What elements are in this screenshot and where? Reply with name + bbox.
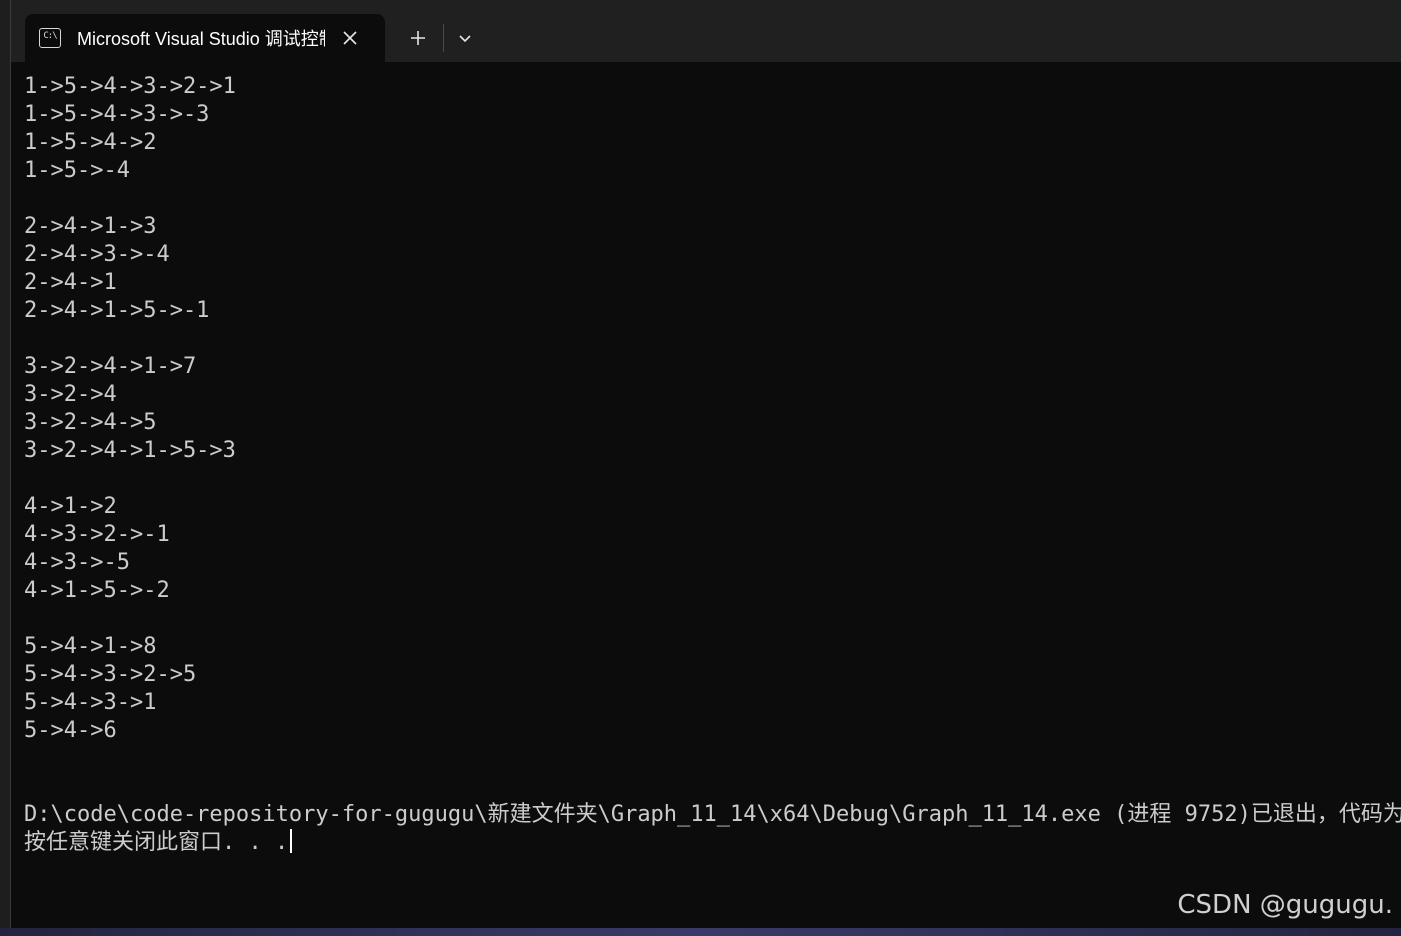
terminal-line: 4->3->-5 [24, 550, 130, 575]
terminal-output[interactable]: 1->5->4->3->2->1 1->5->4->3->-3 1->5->4->2… [24, 73, 1401, 873]
terminal-line: 3->2->4->5 [24, 410, 157, 435]
terminal-line: 3->2->4->1->7 [24, 354, 197, 379]
terminal-line: 5->4->1->8 [24, 634, 157, 659]
console-icon: C:\ [39, 28, 61, 48]
terminal-line: 4->1->2 [24, 494, 117, 519]
terminal-window: C:\ Microsoft Visual Studio 调试控制台 1->5->… [10, 0, 1401, 928]
terminal-line: 2->4->1->3 [24, 214, 157, 239]
terminal-line: 5->4->3->1 [24, 690, 157, 715]
terminal-line: 1->5->4->3->-3 [24, 102, 210, 127]
close-icon [343, 31, 357, 45]
terminal-line: 4->3->2->-1 [24, 522, 170, 547]
plus-icon [411, 31, 425, 45]
terminal-line: 2->4->3->-4 [24, 242, 170, 267]
watermark: CSDN @gugugu. [1177, 890, 1393, 920]
tab-title: Microsoft Visual Studio 调试控制台 [77, 29, 325, 49]
terminal-line: 3->2->4 [24, 382, 117, 407]
terminal-line: 5->4->6 [24, 718, 117, 743]
title-bar[interactable]: C:\ Microsoft Visual Studio 调试控制台 [11, 0, 1401, 62]
chevron-down-icon [459, 35, 471, 43]
terminal-line: D:\code\code-repository-for-gugugu\新建文件夹… [24, 802, 1401, 827]
terminal-line: 1->5->-4 [24, 158, 130, 183]
terminal-line: 1->5->4->2 [24, 130, 157, 155]
tab-close-button[interactable] [337, 25, 363, 51]
text-cursor [290, 829, 293, 853]
terminal-line: 2->4->1->5->-1 [24, 298, 210, 323]
tab-debug-console[interactable]: C:\ Microsoft Visual Studio 调试控制台 [25, 14, 385, 62]
terminal-line: 按任意键关闭此窗口. . . [24, 829, 1401, 857]
terminal-line: 3->2->4->1->5->3 [24, 438, 236, 463]
new-tab-button[interactable] [401, 22, 435, 54]
terminal-line: 2->4->1 [24, 270, 117, 295]
terminal-line: 4->1->5->-2 [24, 578, 170, 603]
left-gutter [0, 0, 10, 928]
terminal-line: 5->4->3->2->5 [24, 662, 197, 687]
tab-divider [443, 24, 444, 52]
tab-dropdown-button[interactable] [449, 22, 481, 54]
taskbar-accent [0, 928, 1401, 936]
terminal-line: 1->5->4->3->2->1 [24, 74, 236, 99]
